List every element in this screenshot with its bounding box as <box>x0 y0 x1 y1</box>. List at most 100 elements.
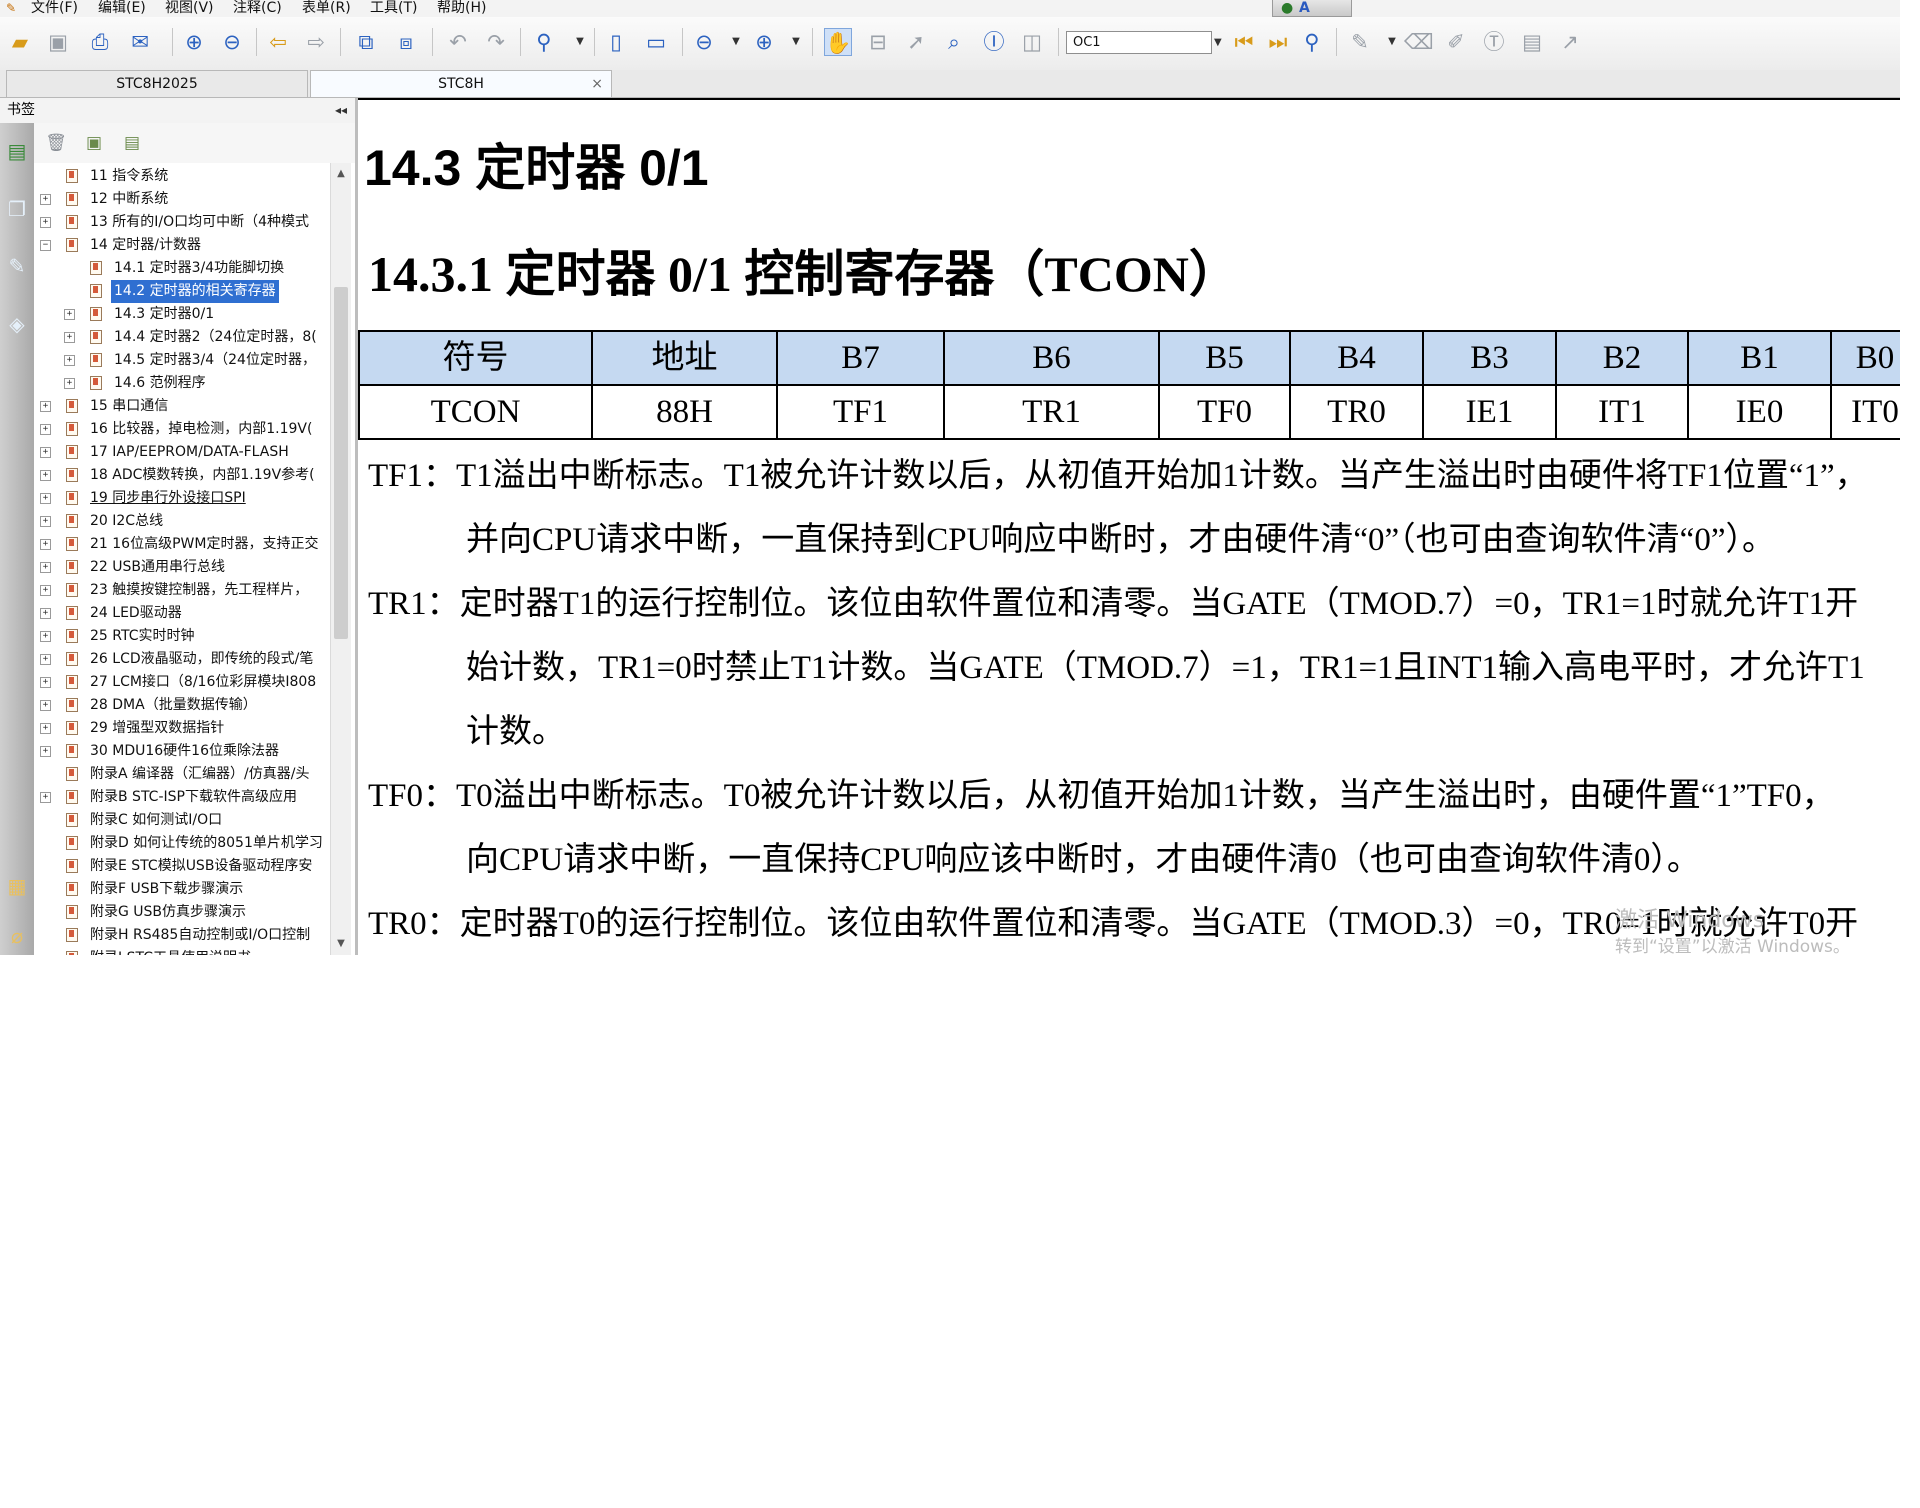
bookmark-item[interactable]: +21 16位高级PWM定时器，支持正交 <box>34 533 330 556</box>
bookmark-item[interactable]: +24 LED驱动器 <box>34 602 330 625</box>
eraser-icon[interactable]: ⌫ <box>1404 28 1434 56</box>
tab-stc8h2025[interactable]: STC8H2025 <box>6 70 308 97</box>
prev-page-icon[interactable]: ⊕ <box>180 28 208 56</box>
expand-icon[interactable]: + <box>40 562 51 573</box>
typewriter-icon[interactable]: Ⓘ <box>980 28 1008 56</box>
zoom-in-icon[interactable]: ⊕ <box>750 28 778 56</box>
hand-tool-icon[interactable]: ✋ <box>824 28 852 56</box>
menu-file[interactable]: 文件(F) <box>31 0 78 17</box>
first-result-icon[interactable]: ⏮ <box>1230 28 1258 56</box>
expand-icon[interactable]: + <box>40 700 51 711</box>
bookmark-item[interactable]: 附录E STC模拟USB设备驱动程序安 <box>34 855 330 878</box>
bookmark-item[interactable]: + 附录B STC-ISP下载软件高级应用 <box>34 786 330 809</box>
expand-icon[interactable]: + <box>40 585 51 596</box>
scroll-thumb[interactable] <box>334 287 348 639</box>
pages-panel-icon[interactable]: ❐ <box>4 196 30 222</box>
bookmark-item[interactable]: +30 MDU16硬件16位乘除法器 <box>34 740 330 763</box>
snapshot-icon[interactable]: ◫ <box>1018 28 1046 56</box>
edit-icon[interactable]: ✐ <box>1442 28 1470 56</box>
bookmark-item[interactable]: +20 I2C总线 <box>34 510 330 533</box>
expand-icon[interactable]: + <box>40 539 51 550</box>
expand-icon[interactable]: + <box>40 447 51 458</box>
bookmark-item[interactable]: 14.2 定时器的相关寄存器 <box>34 280 330 303</box>
email-icon[interactable]: ✉ <box>126 28 154 56</box>
forward-icon[interactable]: ⇨ <box>302 28 330 56</box>
next-page-icon[interactable]: ⊖ <box>218 28 246 56</box>
expand-icon[interactable]: + <box>40 792 51 803</box>
bookmark-item[interactable]: +14.5 定时器3/4（24位定时器， <box>34 349 330 372</box>
extract-pages-icon[interactable]: ⧉ <box>352 28 380 56</box>
bookmark-item[interactable]: 11 指令系统 <box>34 165 330 188</box>
expand-icon[interactable]: + <box>40 723 51 734</box>
bookmark-item[interactable]: − 14 定时器/计数器 <box>34 234 330 257</box>
open-icon[interactable]: ▰ <box>6 28 34 56</box>
chevron-down-icon[interactable]: ▼ <box>790 28 802 56</box>
tab-stc8h[interactable]: STC8H × <box>310 70 612 97</box>
expand-icon[interactable]: + <box>40 516 51 527</box>
expand-icon[interactable]: + <box>40 401 51 412</box>
menu-help[interactable]: 帮助(H) <box>437 0 486 17</box>
menu-comment[interactable]: 注释(C) <box>233 0 282 17</box>
bookmark-item[interactable]: 附录D 如何让传统的8051单片机学习 <box>34 832 330 855</box>
bookmark-item[interactable]: 附录F USB下载步骤演示 <box>34 878 330 901</box>
expand-icon[interactable]: + <box>40 194 51 205</box>
menu-tools[interactable]: 工具(T) <box>370 0 417 17</box>
scroll-up-icon[interactable]: ▲ <box>331 165 351 183</box>
bookmark-item[interactable]: +29 增强型双数据指针 <box>34 717 330 740</box>
bookmark-item[interactable]: +22 USB通用串行总线 <box>34 556 330 579</box>
chevron-down-icon[interactable]: ▼ <box>1386 28 1398 56</box>
expand-icon[interactable]: + <box>40 470 51 481</box>
arrow-icon[interactable]: ↗ <box>1556 28 1584 56</box>
bookmarks-scrollbar[interactable]: ▲ ▼ <box>330 163 351 955</box>
expand-icon[interactable]: + <box>64 309 75 320</box>
menu-edit[interactable]: 编辑(E) <box>98 0 146 17</box>
attachments-icon[interactable]: ⌀ <box>4 923 30 949</box>
pointer-icon[interactable]: ➚ <box>902 28 930 56</box>
print-icon[interactable]: ⎙ <box>86 28 114 56</box>
bookmark-item[interactable]: +14.6 范例程序 <box>34 372 330 395</box>
expand-icon[interactable]: + <box>40 608 51 619</box>
find-icon[interactable]: ⌕ <box>940 28 968 56</box>
chevron-down-icon[interactable]: ▼ <box>1214 31 1226 54</box>
bookmark-item[interactable]: +18 ADC模数转换，内部1.19V参考( <box>34 464 330 487</box>
comments-panel-icon[interactable]: ✎ <box>4 253 30 279</box>
zoom-out-icon[interactable]: ⊖ <box>690 28 718 56</box>
bookmark-item[interactable]: +14.4 定时器2（24位定时器，8( <box>34 326 330 349</box>
bookmark-item[interactable]: +28 DMA（批量数据传输） <box>34 694 330 717</box>
add-child-bookmark-icon[interactable]: ▤ <box>120 131 144 155</box>
scroll-down-icon[interactable]: ▼ <box>331 935 351 953</box>
delete-bookmark-icon[interactable]: 🗑 <box>44 131 68 155</box>
fit-width-icon[interactable]: ▭ <box>642 28 670 56</box>
expand-icon[interactable]: + <box>40 677 51 688</box>
collapse-panel-icon[interactable]: ◂◂ <box>335 98 347 123</box>
expand-icon[interactable]: + <box>40 654 51 665</box>
textbox-icon[interactable]: Ⓣ <box>1480 28 1508 56</box>
menu-view[interactable]: 视图(V) <box>165 0 214 17</box>
expand-icon[interactable]: + <box>40 424 51 435</box>
bookmark-item[interactable]: 附录C 如何测试I/O口 <box>34 809 330 832</box>
insert-pages-icon[interactable]: ⧈ <box>392 28 420 56</box>
ime-badge[interactable]: ● A <box>1272 0 1352 17</box>
search-icon[interactable]: ⚲ <box>1298 28 1326 56</box>
notes-panel-icon[interactable]: ▦ <box>4 873 30 899</box>
select-text-icon[interactable]: ⊟ <box>864 28 892 56</box>
expand-icon[interactable]: + <box>40 746 51 757</box>
pen-icon[interactable]: ✎ <box>1346 28 1374 56</box>
bookmark-item[interactable]: 附录A 编译器（汇编器）/仿真器/头 <box>34 763 330 786</box>
expand-icon[interactable]: + <box>64 378 75 389</box>
collapse-icon[interactable]: − <box>40 240 51 251</box>
expand-icon[interactable]: + <box>64 355 75 366</box>
last-result-icon[interactable]: ⏭ <box>1264 28 1292 56</box>
expand-icon[interactable]: + <box>40 631 51 642</box>
expand-icon[interactable]: + <box>40 493 51 504</box>
bookmark-item[interactable]: 附录I STC工具使用说明书 <box>34 947 330 955</box>
bookmark-item[interactable]: +27 LCM接口（8/16位彩屏模块I808 <box>34 671 330 694</box>
save-icon[interactable]: ▣ <box>44 28 72 56</box>
add-bookmark-icon[interactable]: ▣ <box>82 131 106 155</box>
bookmark-item[interactable]: 附录H RS485自动控制或I/O口控制 <box>34 924 330 947</box>
bookmark-item[interactable]: +17 IAP/EEPROM/DATA-FLASH <box>34 441 330 464</box>
chevron-down-icon[interactable]: ▼ <box>574 28 586 56</box>
expand-icon[interactable]: + <box>40 217 51 228</box>
bookmark-item[interactable]: +26 LCD液晶驱动，即传统的段式/笔 <box>34 648 330 671</box>
bookmark-item[interactable]: 附录G USB仿真步骤演示 <box>34 901 330 924</box>
